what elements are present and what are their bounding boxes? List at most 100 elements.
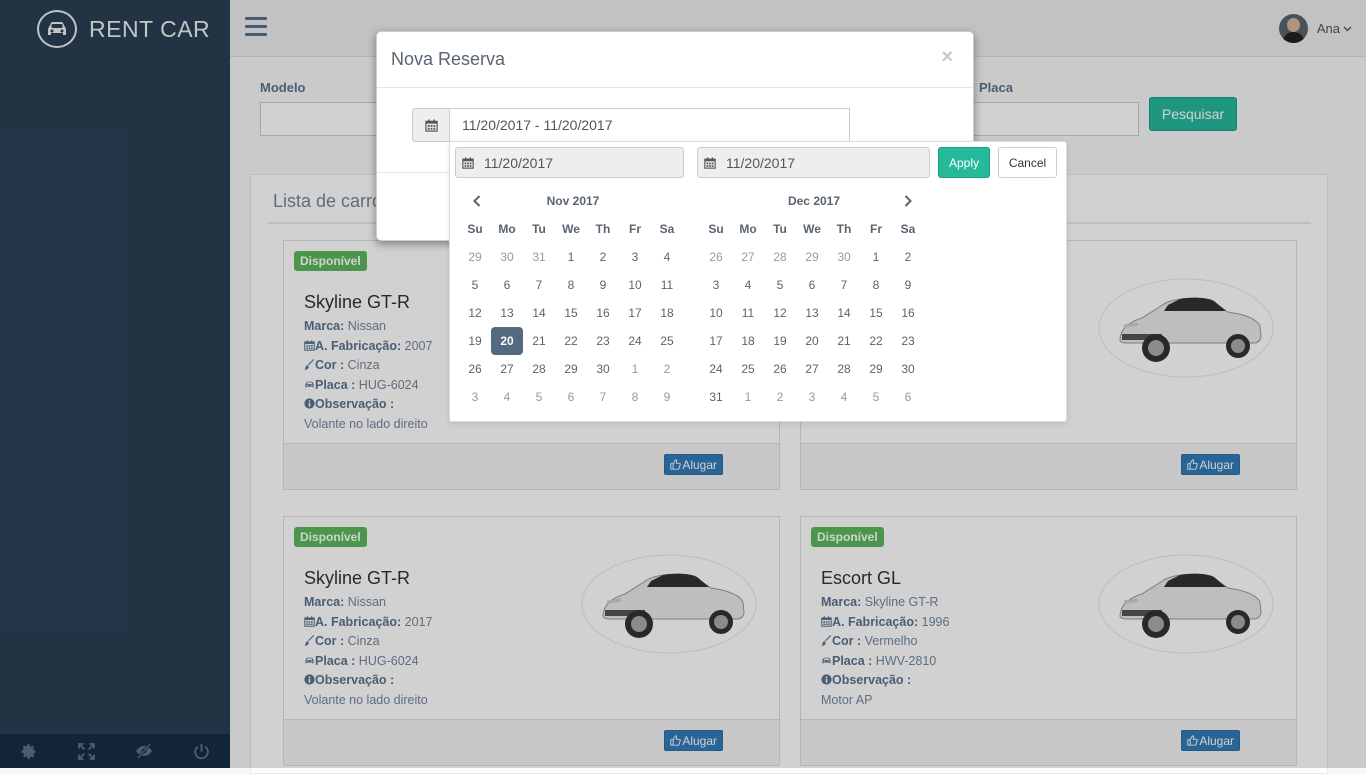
calendar-day[interactable]: 30 <box>892 355 924 383</box>
calendar-day[interactable]: 19 <box>764 327 796 355</box>
calendar-day[interactable]: 26 <box>700 243 732 271</box>
calendar-day[interactable]: 14 <box>828 299 860 327</box>
calendar-day[interactable]: 17 <box>700 327 732 355</box>
calendar-day[interactable]: 2 <box>651 355 683 383</box>
calendar-day[interactable]: 17 <box>619 299 651 327</box>
calendar-day[interactable]: 29 <box>796 243 828 271</box>
calendar-day[interactable]: 15 <box>860 299 892 327</box>
calendar-day[interactable]: 23 <box>587 327 619 355</box>
calendar-day[interactable]: 29 <box>459 243 491 271</box>
calendar-day[interactable]: 2 <box>892 243 924 271</box>
calendar-day[interactable]: 1 <box>860 243 892 271</box>
calendar-day[interactable]: 5 <box>860 383 892 411</box>
calendar-day[interactable]: 18 <box>651 299 683 327</box>
calendar-day[interactable]: 12 <box>764 299 796 327</box>
calendar-day[interactable]: 25 <box>732 355 764 383</box>
calendar-day[interactable]: 7 <box>828 271 860 299</box>
calendar-day[interactable]: 2 <box>764 383 796 411</box>
calendar-day[interactable]: 22 <box>860 327 892 355</box>
calendar-day[interactable]: 3 <box>459 383 491 411</box>
calendar-day[interactable]: 3 <box>619 243 651 271</box>
calendar-day[interactable]: 11 <box>651 271 683 299</box>
cancel-button[interactable]: Cancel <box>998 147 1057 178</box>
calendar-day[interactable]: 7 <box>523 271 555 299</box>
calendar-day[interactable]: 8 <box>619 383 651 411</box>
calendar-day[interactable]: 4 <box>828 383 860 411</box>
calendar-day[interactable]: 30 <box>828 243 860 271</box>
calendar-day[interactable]: 1 <box>732 383 764 411</box>
calendar-day[interactable]: 16 <box>892 299 924 327</box>
calendar-day[interactable]: 16 <box>587 299 619 327</box>
calendar-day[interactable]: 27 <box>732 243 764 271</box>
calendar-day[interactable]: 28 <box>523 355 555 383</box>
month-title: Nov 2017 <box>546 194 600 208</box>
calendar-day[interactable]: 27 <box>796 355 828 383</box>
calendar-day[interactable]: 28 <box>764 243 796 271</box>
calendar-day[interactable]: 24 <box>700 355 732 383</box>
calendar-day[interactable]: 2 <box>587 243 619 271</box>
calendar-day[interactable]: 23 <box>892 327 924 355</box>
calendar-day[interactable]: 31 <box>700 383 732 411</box>
day-of-week-header: Th <box>836 222 852 236</box>
calendar-day[interactable]: 19 <box>459 327 491 355</box>
calendar-day[interactable]: 7 <box>587 383 619 411</box>
calendar-day[interactable]: 6 <box>892 383 924 411</box>
calendar-day[interactable]: 4 <box>651 243 683 271</box>
calendar-day[interactable]: 3 <box>796 383 828 411</box>
chevron-right-icon[interactable] <box>900 193 916 209</box>
calendar-day[interactable]: 5 <box>459 271 491 299</box>
calendar-day[interactable]: 25 <box>651 327 683 355</box>
calendar-day[interactable]: 18 <box>732 327 764 355</box>
calendar-day[interactable]: 4 <box>732 271 764 299</box>
calendar-day[interactable]: 6 <box>555 383 587 411</box>
date-range-input[interactable]: 11/20/2017 - 11/20/2017 <box>450 108 850 142</box>
calendar-day[interactable]: 13 <box>491 299 523 327</box>
calendar-day[interactable]: 9 <box>651 383 683 411</box>
calendar-day[interactable]: 21 <box>828 327 860 355</box>
calendar-day[interactable]: 27 <box>491 355 523 383</box>
calendar-day[interactable]: 5 <box>523 383 555 411</box>
day-of-week-header: We <box>803 222 821 236</box>
calendar-day[interactable]: 20 <box>796 327 828 355</box>
calendar-day[interactable]: 28 <box>828 355 860 383</box>
calendar-day[interactable]: 4 <box>491 383 523 411</box>
calendar-day[interactable]: 12 <box>459 299 491 327</box>
calendar-day[interactable]: 22 <box>555 327 587 355</box>
start-date-input[interactable]: 11/20/2017 <box>455 147 684 178</box>
calendar-day[interactable]: 8 <box>555 271 587 299</box>
calendar-day[interactable]: 9 <box>587 271 619 299</box>
calendar-day[interactable]: 1 <box>555 243 587 271</box>
calendar-day[interactable]: 14 <box>523 299 555 327</box>
calendar-day[interactable]: 6 <box>796 271 828 299</box>
chevron-left-icon[interactable] <box>469 193 485 209</box>
calendar-day[interactable]: 31 <box>523 243 555 271</box>
calendar-day[interactable]: 10 <box>700 299 732 327</box>
calendar-day[interactable]: 29 <box>860 355 892 383</box>
calendar-day[interactable]: 8 <box>860 271 892 299</box>
selected-day[interactable]: 20 <box>491 327 523 355</box>
calendar-day[interactable]: 11 <box>732 299 764 327</box>
calendar-day[interactable]: 9 <box>892 271 924 299</box>
end-date-input[interactable]: 11/20/2017 <box>697 147 930 178</box>
day-of-week-header: Th <box>595 222 611 236</box>
calendar-day[interactable]: 26 <box>764 355 796 383</box>
calendar-day[interactable]: 29 <box>555 355 587 383</box>
calendar-day[interactable]: 30 <box>587 355 619 383</box>
calendar-icon <box>412 108 450 142</box>
calendar-day[interactable]: 13 <box>796 299 828 327</box>
calendar-day[interactable]: 1 <box>619 355 651 383</box>
calendar-day[interactable]: 3 <box>700 271 732 299</box>
calendar-day[interactable]: 21 <box>523 327 555 355</box>
apply-button[interactable]: Apply <box>938 147 990 178</box>
calendar-day[interactable]: 6 <box>491 271 523 299</box>
date-range-field[interactable]: 11/20/2017 - 11/20/2017 <box>412 108 850 142</box>
calendar-day[interactable]: 5 <box>764 271 796 299</box>
month-title: Dec 2017 <box>787 194 841 208</box>
close-icon[interactable]: × <box>941 46 953 69</box>
calendar-day[interactable]: 10 <box>619 271 651 299</box>
calendar-day[interactable]: 24 <box>619 327 651 355</box>
calendar-day[interactable]: 15 <box>555 299 587 327</box>
calendar-day[interactable]: 26 <box>459 355 491 383</box>
calendar-day[interactable]: 30 <box>491 243 523 271</box>
day-of-week-header: Tu <box>532 222 546 236</box>
